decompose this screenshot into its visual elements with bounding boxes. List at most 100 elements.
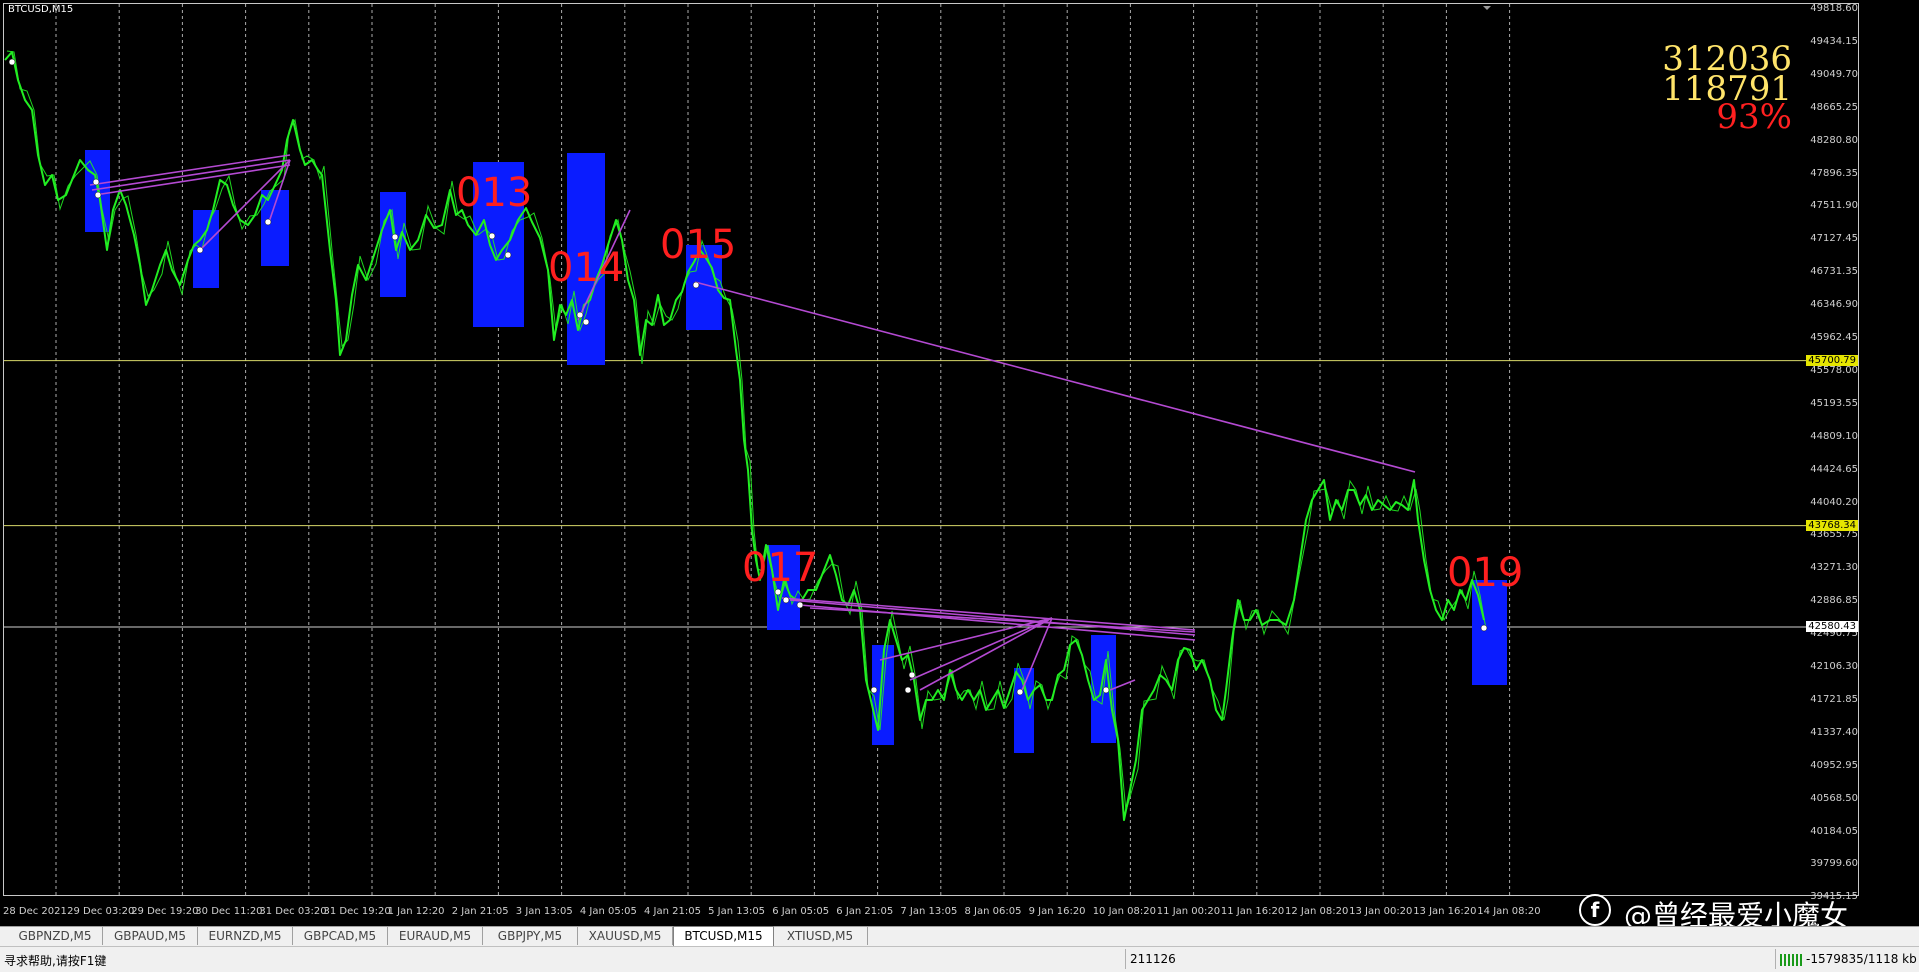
trade-marker [782,596,790,604]
trade-marker [264,218,272,226]
trade-marker [504,251,512,259]
trend-line [809,607,1196,633]
price-tick-label: 40952.95 [1810,759,1858,771]
time-tick-label: 4 Jan 21:05 [644,906,701,917]
price-tick-label: 49049.70 [1810,68,1858,80]
social-logo-icon: f [1579,894,1611,926]
time-tick-label: 12 Jan 08:20 [1285,906,1349,917]
price-tick-label: 49434.15 [1810,35,1858,47]
trade-marker [8,58,16,66]
trade-marker [1016,688,1024,696]
tab-xtiusd-m5[interactable]: XTIUSD,M5 [773,927,868,945]
trade-marker [908,671,916,679]
trade-marker [1102,686,1110,694]
time-tick-label: 6 Jan 05:05 [772,906,830,917]
signal-box [193,210,219,288]
price-line [4,51,1485,821]
price-tick-label: 43655.75 [1810,529,1858,541]
price-chart[interactable] [0,0,1862,900]
tab-gbpaud-m5[interactable]: GBPAUD,M5 [103,927,198,945]
trend-line [799,604,1196,641]
status-value: 211126 [1130,952,1176,966]
price-tick-label: 46731.35 [1810,266,1858,278]
trade-marker [94,191,102,199]
time-tick-label: 31 Dec 03:20 [259,906,327,917]
signal-label-014: 014 [548,245,625,291]
status-bar: 寻求帮助,请按F1键 211126 -1579835/1118 kb [0,946,1919,972]
symbol-tabs: GBPNZD,M5 GBPAUD,M5 EURNZD,M5 GBPCAD,M5 EURA… [0,926,1919,947]
time-tick-label: 10 Jan 08:20 [1092,906,1157,917]
time-tick-label: 3 Jan 13:05 [515,906,573,917]
trade-marker [92,178,100,186]
trade-marker [1480,624,1488,632]
tab-eurnzd-m5[interactable]: EURNZD,M5 [198,927,293,945]
traffic-text: -1579835/1118 kb [1806,952,1917,966]
trade-marker [196,246,204,254]
time-tick-label: 29 Dec 03:20 [67,906,135,917]
price-tick-label: 47127.45 [1810,233,1858,245]
tab-btcusd-m15[interactable]: BTCUSD,M15 [673,926,774,947]
trade-marker [870,686,878,694]
price-tick-label: 48280.80 [1810,134,1858,146]
price-tick-label: 44040.20 [1810,496,1858,508]
price-tick-label: 43271.30 [1810,562,1858,574]
price-tick-label: 44424.65 [1810,463,1858,475]
price-tick-label: 45193.55 [1810,397,1858,409]
time-tick-label: 6 Jan 21:05 [836,906,894,917]
trade-marker [576,311,584,319]
price-tick-label: 42886.85 [1810,595,1858,607]
signal-label-017: 017 [742,545,819,591]
price-tick-label: 47896.35 [1810,167,1858,179]
price-tick-label: 40184.05 [1810,825,1858,837]
time-tick-label: 9 Jan 16:20 [1028,906,1086,917]
trade-marker [391,233,399,241]
price-tick-label: 47511.90 [1810,200,1858,212]
price-tick-label: 45962.45 [1810,332,1858,343]
trend-line [781,597,1196,631]
trend-line [789,599,1196,636]
price-tick-label: 41337.40 [1810,726,1858,738]
chart-area[interactable]: BTCUSD,M15 49818.60 49434.15 49049.70 48665… [0,0,1862,917]
trend-line [91,159,291,191]
time-tick-label: 7 Jan 13:05 [900,906,958,917]
price-tick-label: 42106.30 [1810,661,1858,672]
tab-gbpjpy-m5[interactable]: GBPJPY,M5 [483,927,578,945]
trend-line [694,281,1416,473]
price-line-detail [6,50,1487,812]
price-tick-label: 46346.90 [1810,299,1858,311]
time-tick-label: 28 Dec 2021 [3,906,67,917]
time-tick-label: 1 Jan 12:20 [387,906,445,917]
price-level-tag: 42580.43 [1806,621,1858,633]
status-divider [1775,949,1776,969]
time-tick-label: 11 Jan 16:20 [1220,906,1285,917]
trade-marker [692,281,700,289]
tab-euraud-m5[interactable]: EURAUD,M5 [388,927,483,945]
time-tick-label: 13 Jan 16:20 [1413,906,1477,917]
time-tick-label: 31 Dec 19:20 [323,906,391,917]
chart-title: BTCUSD,M15 [8,4,74,15]
time-tick-label: 8 Jan 06:05 [964,906,1022,917]
tab-gbpcad-m5[interactable]: GBPCAD,M5 [293,927,388,945]
trade-marker [796,601,804,609]
price-tick-label: 45578.00 [1810,364,1858,376]
time-tick-label: 4 Jan 05:05 [579,906,637,917]
tab-gbpnzd-m5[interactable]: GBPNZD,M5 [8,927,103,945]
time-tick-label: 30 Dec 11:20 [195,906,263,917]
signal-label-019: 019 [1447,550,1524,596]
status-divider [1125,949,1126,969]
time-tick-label: 13 Jan 00:20 [1349,906,1413,917]
trade-marker [582,318,590,326]
signal-box [380,192,406,297]
stat-rate: 93% [1716,97,1792,137]
price-tick-label: 39799.60 [1810,858,1858,870]
tab-xauusd-m5[interactable]: XAUUSD,M5 [578,927,673,945]
signal-label-015: 015 [660,222,737,268]
scroll-marker-icon [1483,6,1491,10]
price-tick-label: 40568.50 [1810,792,1858,804]
status-help: 寻求帮助,请按F1键 [4,954,107,968]
price-level-tag: 45700.79 [1806,354,1858,366]
signal-bars-icon [1780,953,1802,966]
signal-label-013: 013 [456,170,533,216]
time-tick-label: 11 Jan 00:20 [1156,906,1221,917]
terminal-window: BTCUSD,M15 49818.60 49434.15 49049.70 48665… [0,0,1919,972]
